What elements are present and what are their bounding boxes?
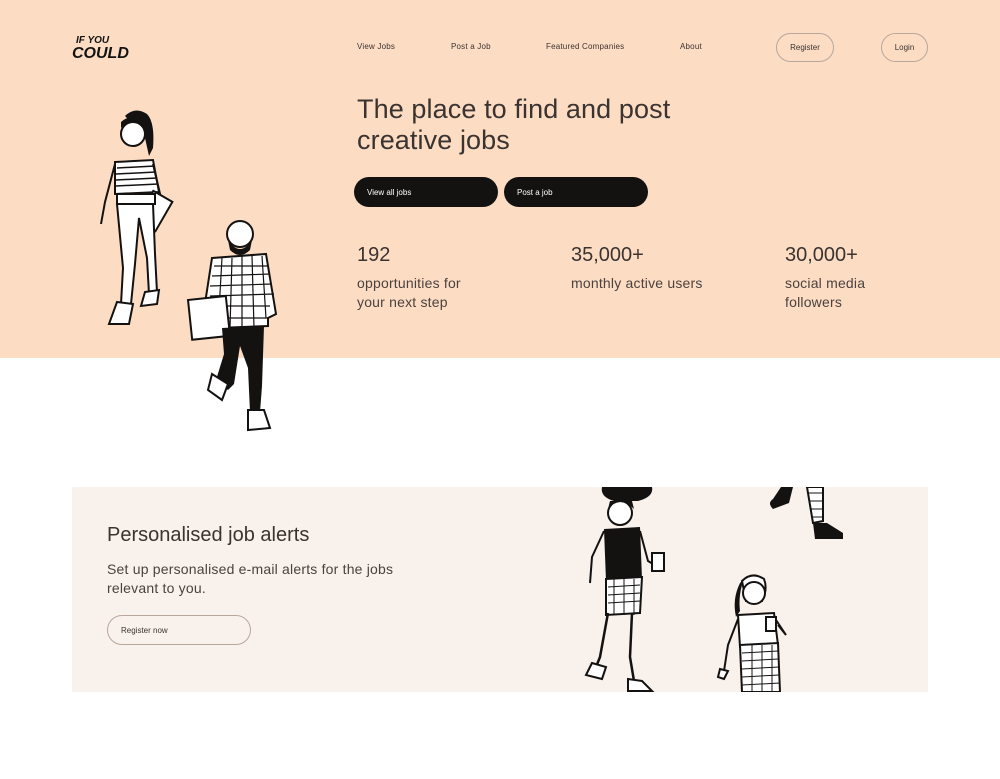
headline-line2: creative jobs (357, 125, 510, 155)
view-all-jobs-button[interactable]: View all jobs (354, 177, 498, 207)
alerts-description: Set up personalised e-mail alerts for th… (107, 560, 427, 598)
page-title: The place to find and post creative jobs (357, 94, 737, 156)
walking-man-illustration (186, 220, 278, 432)
stat-label-followers: social media followers (785, 274, 915, 312)
stat-value-users: 35,000+ (571, 244, 644, 266)
legs-illustration (770, 487, 843, 539)
nav-post-a-job[interactable]: Post a Job (451, 42, 491, 51)
stat-label-opportunities: opportunities for your next step (357, 274, 487, 312)
stat-label-line: social media (785, 275, 866, 291)
logo-line2: COULD (72, 45, 129, 62)
stat-label-line: followers (785, 294, 843, 310)
alerts-desc-line: relevant to you. (107, 580, 206, 596)
nav-view-jobs[interactable]: View Jobs (357, 42, 395, 51)
woman-with-coffee-illustration (584, 487, 665, 692)
login-button[interactable]: Login (881, 33, 928, 62)
alerts-title: Personalised job alerts (107, 524, 310, 546)
stat-label-users: monthly active users (571, 274, 731, 293)
walking-woman-illustration (100, 110, 174, 325)
alerts-desc-line: Set up personalised e-mail alerts for th… (107, 561, 394, 577)
logo[interactable]: IF YOU COULD (72, 30, 132, 64)
stat-value-followers: 30,000+ (785, 244, 858, 266)
nav-featured-companies[interactable]: Featured Companies (546, 42, 624, 51)
job-alerts-panel: Personalised job alerts Set up personali… (72, 487, 928, 692)
register-button[interactable]: Register (776, 33, 834, 62)
stat-label-line: monthly active users (571, 275, 703, 291)
nav-about[interactable]: About (680, 42, 702, 51)
woman-with-phone-illustration (716, 574, 787, 692)
headline-line1: The place to find and post (357, 94, 671, 124)
stat-label-line: opportunities for (357, 275, 461, 291)
stat-value-opportunities: 192 (357, 244, 391, 266)
post-a-job-button[interactable]: Post a job (504, 177, 648, 207)
register-now-button[interactable]: Register now (107, 615, 251, 645)
stat-label-line: your next step (357, 294, 448, 310)
